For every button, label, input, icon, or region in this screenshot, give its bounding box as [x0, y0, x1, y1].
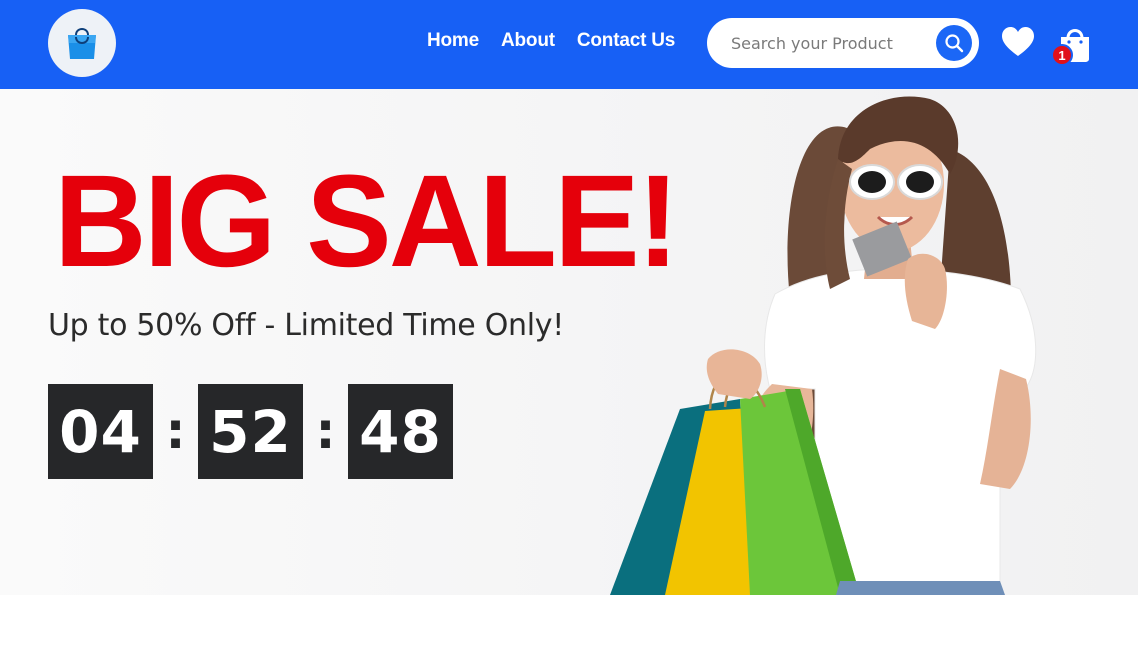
heart-icon	[1002, 27, 1034, 56]
navbar: Home About Contact Us 1	[0, 0, 1138, 89]
shopping-bag-icon	[68, 28, 96, 59]
countdown-separator: :	[165, 402, 186, 460]
page-content-area	[0, 595, 1138, 661]
cart-count-badge: 1	[1051, 44, 1073, 66]
countdown-timer: 04 : 52 : 48	[48, 384, 453, 479]
hero-subtitle: Up to 50% Off - Limited Time Only!	[48, 308, 564, 343]
nav-about[interactable]: About	[501, 30, 555, 52]
search-bar	[707, 18, 979, 68]
countdown-separator: :	[315, 402, 336, 460]
countdown-hours: 04	[48, 384, 153, 479]
search-input[interactable]	[731, 28, 931, 58]
search-icon	[945, 34, 964, 53]
countdown-seconds: 48	[348, 384, 453, 479]
countdown-minutes: 52	[198, 384, 303, 479]
nav-contact-us[interactable]: Contact Us	[577, 30, 675, 52]
wishlist-button[interactable]	[1001, 26, 1035, 58]
search-button[interactable]	[936, 25, 972, 61]
hero-banner: BIG SALE! Up to 50% Off - Limited Time O…	[0, 89, 1138, 595]
hero-title: BIG SALE!	[54, 147, 680, 294]
hero-model-image	[610, 96, 1037, 595]
nav-home[interactable]: Home	[427, 30, 479, 52]
site-logo[interactable]	[48, 9, 116, 77]
main-nav: Home About Contact Us	[427, 30, 675, 52]
